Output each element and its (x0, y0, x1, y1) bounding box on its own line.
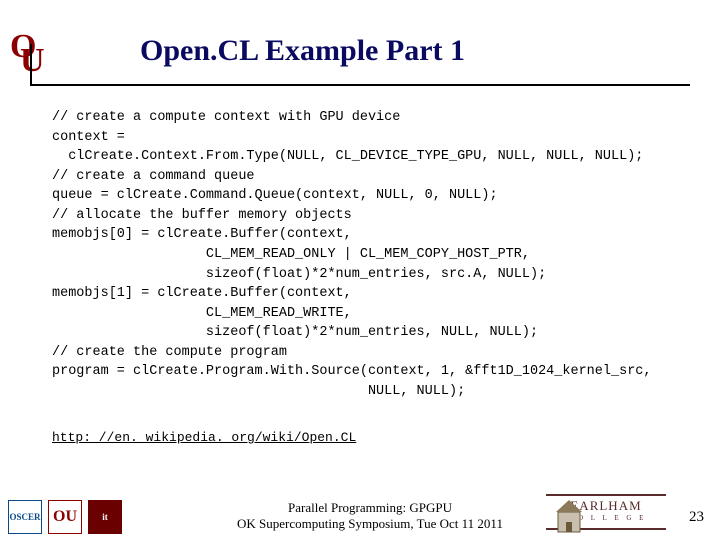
it-logo: it (88, 500, 122, 534)
footer-logos-left: OSCER OU it (8, 500, 122, 534)
footer-text: Parallel Programming: GPGPU OK Supercomp… (220, 500, 520, 533)
slide-title: Open.CL Example Part 1 (140, 34, 465, 68)
code-block: // create a compute context with GPU dev… (52, 108, 692, 401)
ou-logo-u: U (20, 44, 45, 78)
oscer-logo: OSCER (8, 500, 42, 534)
building-icon (552, 498, 586, 536)
ou-logo-small: OU (48, 500, 82, 534)
title-rule-horizontal (30, 84, 690, 86)
footer: OSCER OU it Parallel Programming: GPGPU … (0, 476, 720, 540)
footer-line2: OK Supercomputing Symposium, Tue Oct 11 … (220, 516, 520, 532)
source-link[interactable]: http: //en. wikipedia. org/wiki/Open.CL (52, 430, 356, 445)
footer-line1: Parallel Programming: GPGPU (220, 500, 520, 516)
title-rule-vertical (30, 44, 32, 84)
ou-logo: O U (10, 30, 46, 74)
page-number: 23 (689, 509, 704, 526)
